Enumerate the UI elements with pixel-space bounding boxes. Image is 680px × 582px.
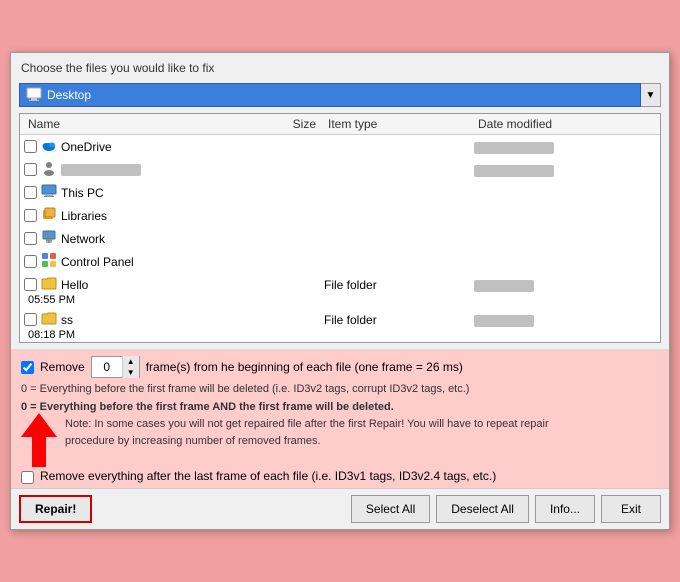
exit-button[interactable]: Exit bbox=[601, 495, 661, 523]
remove-label: Remove bbox=[40, 360, 85, 374]
col-type: Item type bbox=[324, 117, 474, 131]
remove-checkbox[interactable] bbox=[21, 361, 34, 374]
file-list-header: Name Size Item type Date modified bbox=[20, 114, 660, 135]
frame-count-spinner: ▲ ▼ bbox=[91, 356, 140, 378]
arrow-head-icon bbox=[21, 413, 57, 437]
table-row bbox=[20, 158, 660, 181]
file-list-container: Name Size Item type Date modified OneDri… bbox=[19, 113, 661, 343]
arrow-info-row: Note: In some cases you will not get rep… bbox=[21, 417, 659, 467]
file-date-user bbox=[474, 165, 554, 177]
user-icon bbox=[41, 160, 57, 179]
file-checkbox-thispc[interactable] bbox=[24, 186, 37, 199]
file-date-time-ss: 08:18 PM bbox=[28, 329, 244, 341]
dropdown-chevron-icon: ▼ bbox=[646, 90, 656, 101]
col-size: Size bbox=[244, 117, 324, 131]
table-row: This PC bbox=[20, 181, 660, 204]
file-type-hello: File folder bbox=[324, 278, 474, 292]
select-all-button[interactable]: Select All bbox=[351, 495, 430, 523]
location-dropdown-btn[interactable]: ▼ bbox=[641, 83, 661, 107]
spinner-up-btn[interactable]: ▲ bbox=[123, 356, 139, 367]
table-row: Network bbox=[20, 227, 660, 250]
frame-label: frame(s) from he beginning of each file … bbox=[146, 360, 463, 374]
spinner-down-btn[interactable]: ▼ bbox=[123, 367, 139, 378]
file-type-ss: File folder bbox=[324, 313, 474, 327]
file-date-onedrive bbox=[474, 142, 554, 154]
file-name-controlpanel: Control Panel bbox=[61, 255, 134, 269]
info-line2: 0 = Everything before the first frame AN… bbox=[21, 400, 659, 415]
location-text: Desktop bbox=[47, 88, 91, 102]
file-checkbox-controlpanel[interactable] bbox=[24, 255, 37, 268]
file-name-thispc: This PC bbox=[61, 186, 104, 200]
spinner-buttons: ▲ ▼ bbox=[122, 356, 139, 378]
libraries-icon bbox=[41, 206, 57, 225]
file-checkbox-network[interactable] bbox=[24, 232, 37, 245]
remove-last-checkbox[interactable] bbox=[21, 471, 34, 484]
remove-frames-row: Remove ▲ ▼ frame(s) from he beginning of… bbox=[21, 356, 659, 378]
remove-last-label: Remove everything after the last frame o… bbox=[40, 469, 496, 483]
folder-ss-icon bbox=[41, 310, 57, 329]
file-name-user bbox=[61, 164, 141, 176]
file-name-hello: Hello bbox=[61, 278, 88, 292]
remove-last-row: Remove everything after the last frame o… bbox=[21, 469, 659, 484]
computer-icon bbox=[41, 183, 57, 202]
network-icon bbox=[41, 229, 57, 248]
info-section: 0 = Everything before the first frame wi… bbox=[21, 382, 659, 484]
control-panel-icon bbox=[41, 252, 57, 271]
arrow-shaft-icon bbox=[32, 437, 46, 467]
info-line1: 0 = Everything before the first frame wi… bbox=[21, 382, 659, 397]
onedrive-icon bbox=[41, 137, 57, 156]
file-name-network: Network bbox=[61, 232, 105, 246]
info-line4: procedure by increasing number of remove… bbox=[65, 434, 659, 449]
col-name: Name bbox=[24, 117, 244, 131]
file-checkbox-ss[interactable] bbox=[24, 313, 37, 326]
file-date-time-hello: 05:55 PM bbox=[28, 294, 244, 306]
desktop-icon bbox=[26, 86, 42, 105]
file-name-ss: ss bbox=[61, 313, 73, 327]
deselect-all-button[interactable]: Deselect All bbox=[436, 495, 529, 523]
table-row: Libraries bbox=[20, 204, 660, 227]
file-name-onedrive: OneDrive bbox=[61, 140, 112, 154]
table-row: Control Panel bbox=[20, 250, 660, 273]
buttons-bar: Repair! Select All Deselect All Info... … bbox=[11, 488, 669, 529]
note-text-container: Note: In some cases you will not get rep… bbox=[65, 417, 659, 452]
table-row: Hello File folder 05:55 PM bbox=[20, 273, 660, 308]
table-row: ss File folder 08:18 PM bbox=[20, 308, 660, 343]
location-bar: Desktop ▼ bbox=[19, 83, 661, 107]
dialog-title: Choose the files you would like to fix bbox=[11, 53, 669, 79]
title-text: Choose the files you would like to fix bbox=[21, 61, 214, 75]
file-checkbox-onedrive[interactable] bbox=[24, 140, 37, 153]
file-name-libraries: Libraries bbox=[61, 209, 107, 223]
file-date-ss bbox=[474, 315, 534, 327]
file-checkbox-hello[interactable] bbox=[24, 278, 37, 291]
repair-button[interactable]: Repair! bbox=[19, 495, 92, 523]
col-date: Date modified bbox=[474, 117, 656, 131]
file-checkbox-user[interactable] bbox=[24, 163, 37, 176]
options-panel: Remove ▲ ▼ frame(s) from he beginning of… bbox=[11, 349, 669, 488]
location-input[interactable]: Desktop bbox=[19, 83, 641, 107]
frame-count-input[interactable] bbox=[92, 357, 122, 377]
red-arrow-container bbox=[21, 413, 57, 467]
file-date-hello bbox=[474, 280, 534, 292]
main-dialog: Choose the files you would like to fix D… bbox=[10, 52, 670, 530]
info-line3: Note: In some cases you will not get rep… bbox=[65, 417, 659, 432]
info-button[interactable]: Info... bbox=[535, 495, 595, 523]
folder-hello-icon bbox=[41, 275, 57, 294]
table-row: OneDrive bbox=[20, 135, 660, 158]
file-checkbox-libraries[interactable] bbox=[24, 209, 37, 222]
